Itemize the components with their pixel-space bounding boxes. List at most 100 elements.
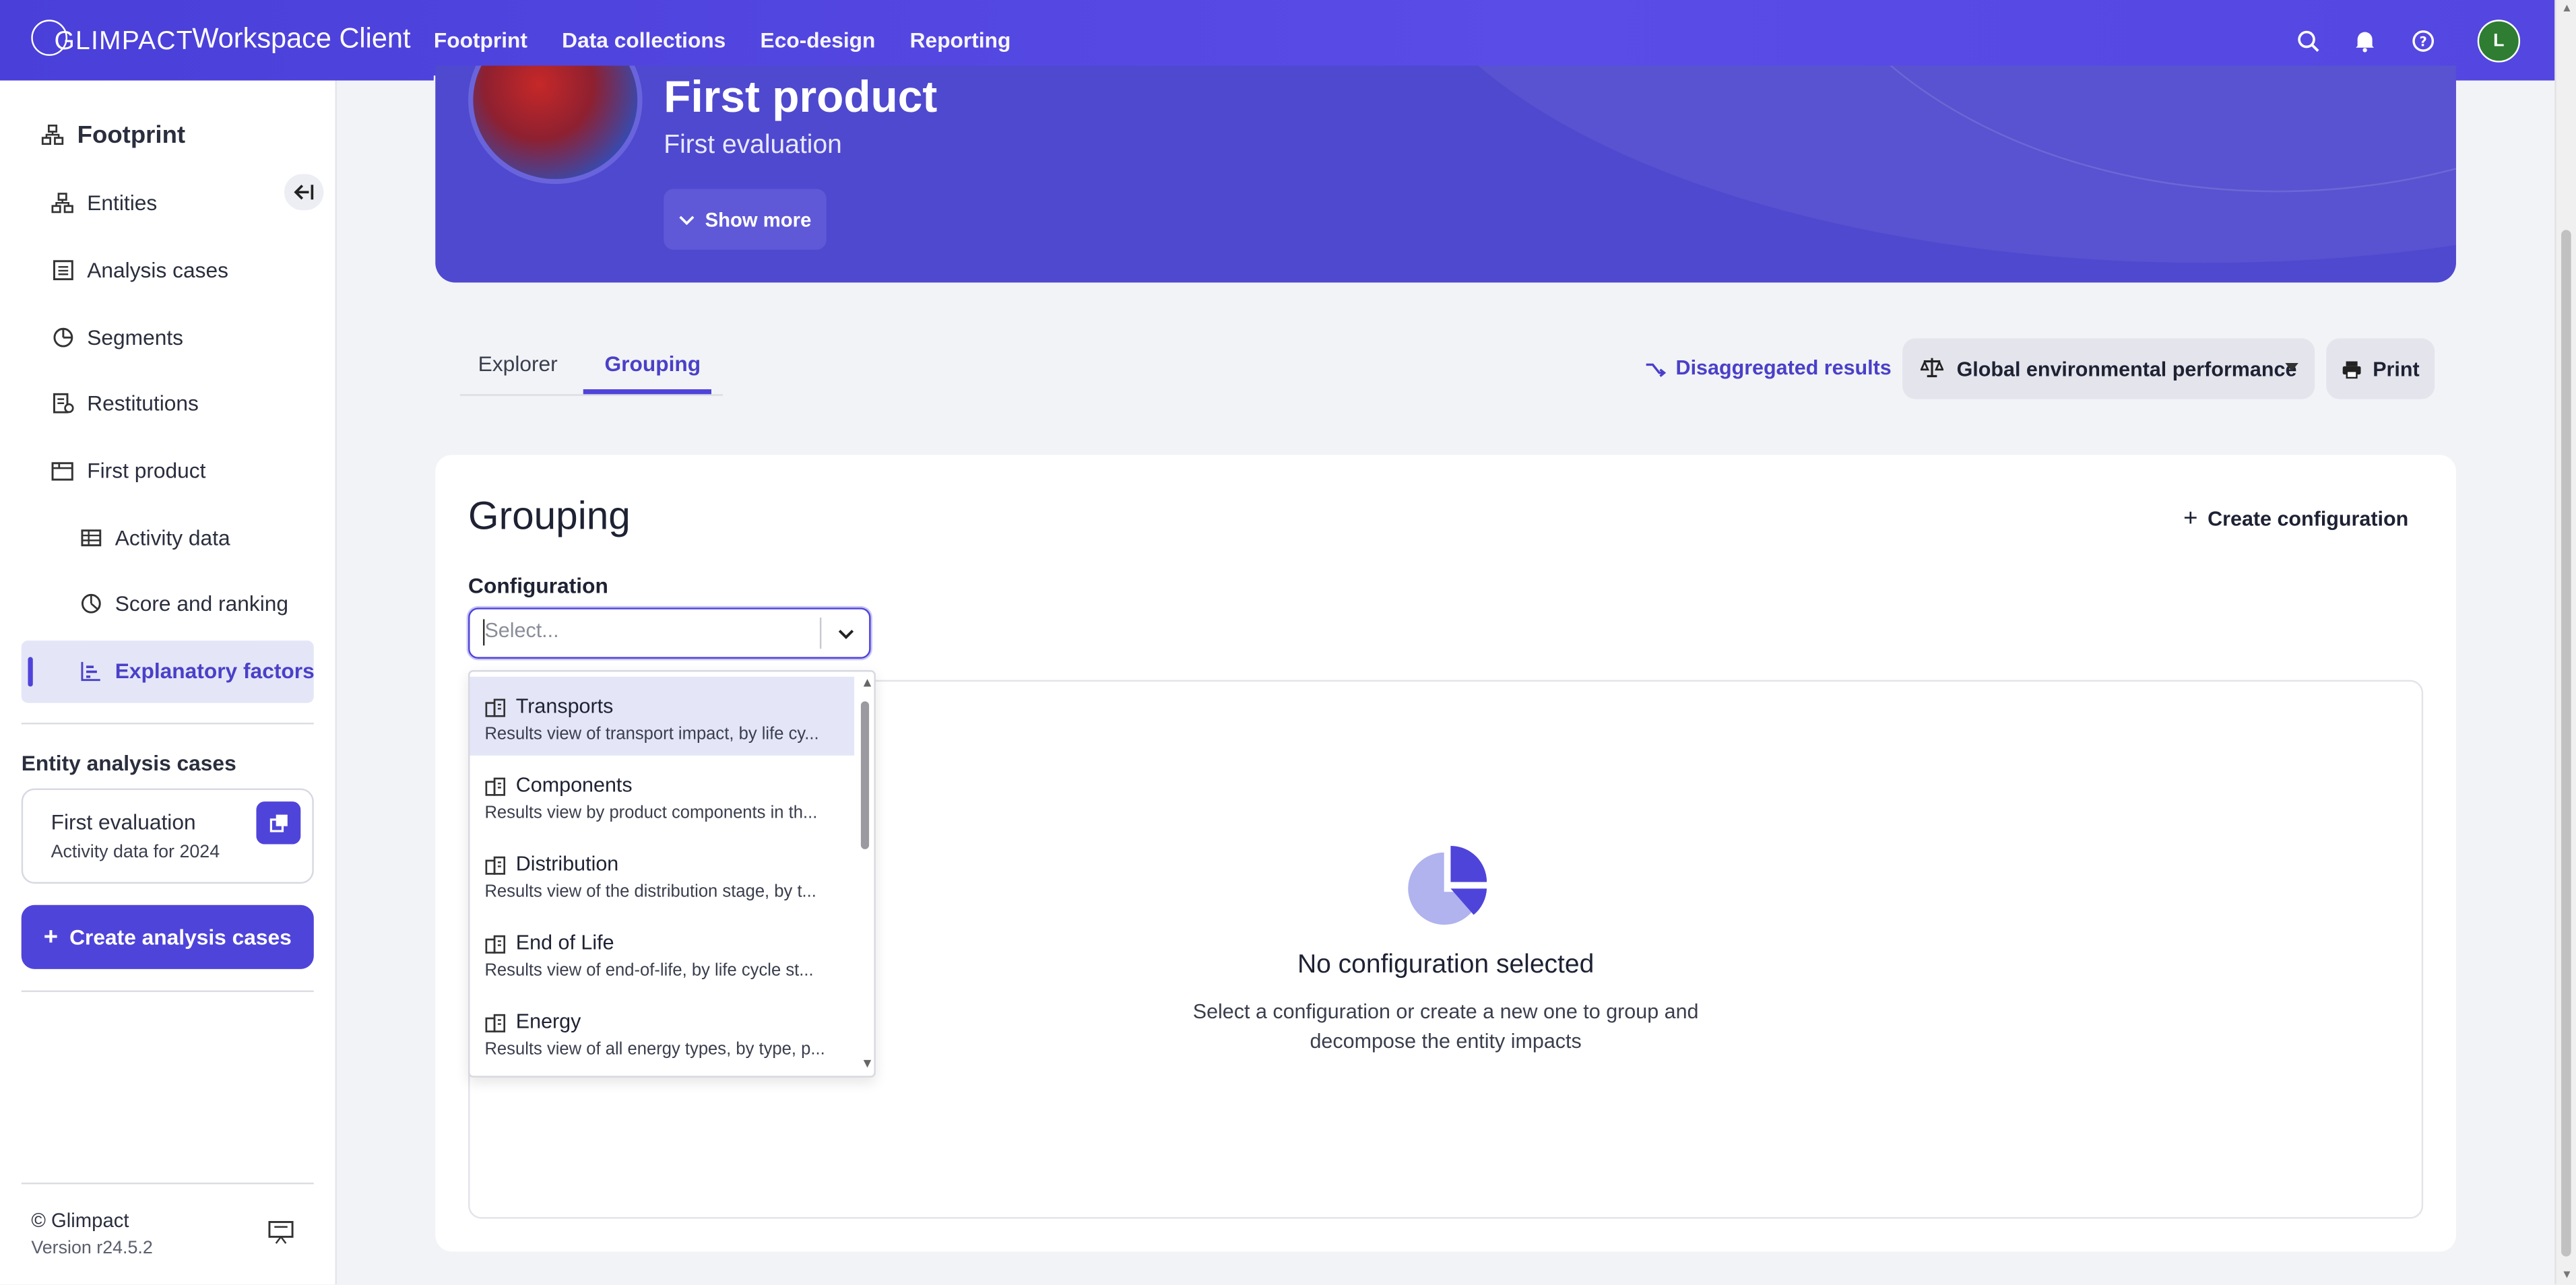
sidebar-item-restitutions[interactable]: Restitutions — [51, 391, 199, 416]
product-subtitle: First evaluation — [664, 131, 842, 160]
sidebar-item-label: Restitutions — [87, 391, 199, 416]
global-performance-label: Global environmental performance — [1956, 357, 2297, 381]
sidebar-footer-divider — [21, 1182, 314, 1185]
glimpact-logo[interactable]: GLIMPACT — [31, 20, 193, 57]
option-description: Results view by product components in th… — [484, 803, 818, 823]
configuration-label: Configuration — [468, 573, 608, 598]
option-end-of-life[interactable]: End of Life Results view of end-of-life,… — [470, 913, 854, 992]
print-button[interactable]: Print — [2326, 338, 2435, 399]
caret-down-icon — [2285, 362, 2298, 372]
empty-state-title: No configuration selected — [1297, 951, 1595, 979]
global-performance-dropdown[interactable]: Global environmental performance — [1902, 338, 2315, 399]
option-description: Results view of end-of-life, by life cyc… — [484, 960, 814, 981]
page-scrollbar[interactable]: ▲ ▼ — [2554, 0, 2576, 1285]
configuration-dropdown-menu[interactable]: Transports Results view of transport imp… — [468, 670, 876, 1078]
scrollbar-thumb[interactable] — [2561, 230, 2571, 1257]
dropdown-scrollbar[interactable]: ▲ ▼ — [856, 671, 874, 1076]
building-icon — [484, 775, 506, 796]
sidebar-title-footprint[interactable]: Footprint — [41, 121, 185, 150]
scroll-up-arrow[interactable]: ▲ — [2561, 3, 2573, 15]
sidebar-item-label: First product — [87, 458, 206, 484]
sidebar-item-label: Activity data — [115, 525, 230, 550]
tab-grouping[interactable]: Grouping — [604, 352, 701, 376]
sidebar-item-segments[interactable]: Segments — [51, 325, 183, 350]
copy-icon — [269, 814, 287, 832]
plus-icon: + — [2183, 504, 2198, 533]
option-description: Results view of all energy types, by typ… — [484, 1039, 825, 1060]
version: Version r24.5.2 — [31, 1238, 153, 1259]
option-transports[interactable]: Transports Results view of transport imp… — [470, 676, 855, 756]
chevron-down-icon — [679, 215, 695, 225]
search-icon[interactable] — [2295, 28, 2320, 53]
collapse-sidebar-button[interactable] — [284, 174, 324, 211]
split-arrow-icon — [1646, 362, 1666, 376]
help-icon[interactable]: ? — [2410, 28, 2435, 53]
scroll-down-arrow[interactable]: ▼ — [2561, 1270, 2573, 1281]
tabs-baseline — [459, 394, 723, 396]
configuration-placeholder: Select... — [484, 619, 559, 642]
product-banner: First product First evaluation Show more — [435, 65, 2456, 283]
sidebar-item-label: Entities — [87, 190, 158, 216]
sidebar-item-analysis-cases[interactable]: Analysis cases — [51, 257, 228, 283]
chevron-down-icon[interactable] — [836, 622, 856, 642]
sidebar-item-activity-data[interactable]: Activity data — [79, 525, 230, 550]
list-icon — [51, 259, 74, 282]
sidebar-item-label: Analysis cases — [87, 257, 228, 283]
tab-active-indicator — [583, 389, 711, 395]
product-icon — [51, 459, 74, 482]
sidebar-item-label: Explanatory factors — [115, 658, 315, 684]
select-separator — [819, 617, 822, 649]
show-more-label: Show more — [705, 207, 812, 231]
entity-analysis-cases-heading: Entity analysis cases — [21, 750, 236, 776]
option-components[interactable]: Components Results view by product compo… — [470, 756, 854, 834]
copyright: © Glimpact — [31, 1208, 129, 1232]
case-subtitle: Activity data for 2024 — [51, 843, 220, 863]
option-description: Results view of transport impact, by lif… — [484, 724, 819, 744]
option-energy[interactable]: Energy Results view of all energy types,… — [470, 992, 854, 1071]
scale-icon — [1920, 356, 1944, 382]
option-label: Components — [515, 773, 633, 797]
scroll-up-arrow[interactable]: ▲ — [861, 676, 874, 690]
sidebar-item-label: Segments — [87, 325, 184, 350]
building-icon — [484, 854, 506, 875]
configuration-select[interactable]: Select... — [468, 607, 871, 659]
sidebar-item-explanatory-factors[interactable]: Explanatory factors — [79, 659, 315, 684]
report-icon — [51, 392, 74, 415]
option-distribution[interactable]: Distribution Results view of the distrib… — [470, 834, 854, 913]
option-label: Distribution — [515, 852, 619, 876]
empty-state-description: Select a configuration or create a new o… — [1192, 1000, 1699, 1053]
building-icon — [484, 1012, 506, 1032]
option-label: End of Life — [515, 931, 614, 954]
analysis-case-card[interactable]: First evaluation Activity data for 2024 — [21, 788, 314, 884]
app-name: Workspace Client — [192, 23, 411, 55]
presentation-icon[interactable] — [268, 1219, 294, 1245]
print-label: Print — [2373, 357, 2420, 381]
svg-text:?: ? — [2418, 33, 2426, 48]
sidebar-divider — [21, 723, 314, 725]
disaggregated-results-label: Disaggregated results — [1675, 356, 1892, 380]
sidebar-item-first-product[interactable]: First product — [51, 458, 206, 483]
case-name: First evaluation — [51, 810, 196, 834]
disaggregated-results-link[interactable]: Disaggregated results — [1644, 356, 1892, 379]
chart-icon — [79, 659, 102, 682]
building-icon — [484, 933, 506, 954]
sidebar-item-score-and-ranking[interactable]: Score and ranking — [79, 591, 288, 616]
option-label: Energy — [515, 1010, 581, 1033]
avatar[interactable]: L — [2477, 19, 2521, 62]
table-icon — [79, 527, 102, 550]
scroll-down-arrow[interactable]: ▼ — [861, 1057, 874, 1072]
show-more-button[interactable]: Show more — [664, 189, 827, 250]
printer-icon — [2343, 360, 2362, 378]
create-configuration-button[interactable]: + Create configuration — [2183, 504, 2408, 532]
product-image — [468, 65, 643, 185]
entities-icon — [51, 191, 74, 214]
scrollbar-thumb[interactable] — [860, 701, 870, 849]
sidebar-item-entities[interactable]: Entities — [51, 190, 158, 216]
duplicate-case-button[interactable] — [256, 801, 301, 845]
bell-icon[interactable] — [2352, 28, 2377, 53]
score-icon — [79, 592, 102, 615]
tab-explorer[interactable]: Explorer — [478, 352, 558, 376]
sidebar-divider — [21, 990, 314, 993]
product-title: First product — [664, 72, 938, 122]
create-configuration-label: Create configuration — [2208, 506, 2409, 530]
